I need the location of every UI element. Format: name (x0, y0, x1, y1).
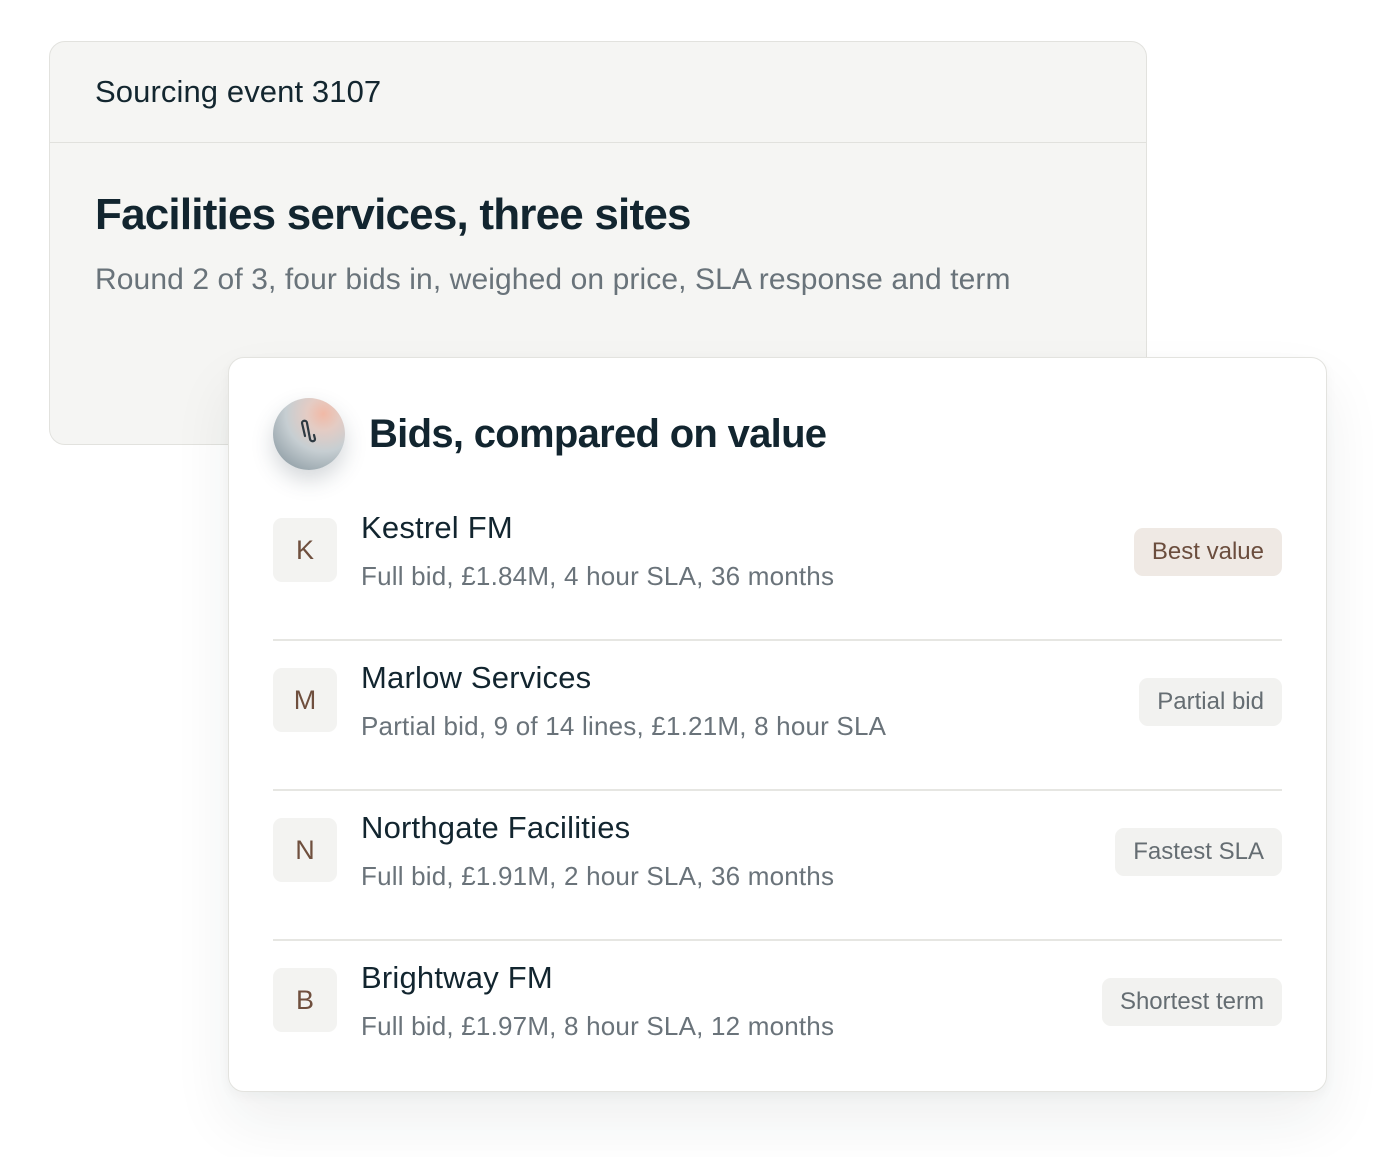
bidder-name: Northgate Facilities (361, 810, 631, 845)
status-badge: Partial bid (1139, 678, 1282, 726)
bid-row-kestrel-fm[interactable]: K Kestrel FM Full bid, £1.84M, 4 hour SL… (273, 491, 1282, 641)
status-badge: Best value (1133, 528, 1282, 576)
event-label: Sourcing event 3107 (95, 74, 382, 109)
event-title: Facilities services, three sites (95, 190, 691, 239)
bid-detail: Full bid, £1.97M, 8 hour SLA, 12 months (361, 1011, 835, 1041)
bid-detail: Full bid, £1.91M, 2 hour SLA, 36 months (361, 861, 835, 891)
assistant-orb (273, 398, 345, 470)
bidder-name: Kestrel FM (361, 510, 513, 545)
bidder-avatar: K (273, 518, 337, 582)
bid-row-brightway-fm[interactable]: B Brightway FM Full bid, £1.97M, 8 hour … (273, 941, 1282, 1091)
bidder-name: Brightway FM (361, 960, 553, 995)
event-header: Sourcing event 3107 (50, 42, 1146, 143)
bid-list: K Kestrel FM Full bid, £1.84M, 4 hour SL… (273, 491, 1282, 1091)
bid-detail: Full bid, £1.84M, 4 hour SLA, 36 months (361, 561, 835, 591)
paperclip-icon (300, 419, 317, 443)
bidder-avatar: M (273, 668, 337, 732)
status-badge: Shortest term (1101, 978, 1282, 1026)
bidder-avatar: B (273, 968, 337, 1032)
event-subtitle: Round 2 of 3, four bids in, weighed on p… (95, 263, 1011, 296)
bids-title: Bids, compared on value (369, 411, 827, 456)
bidder-avatar: N (273, 818, 337, 882)
bid-row-northgate-facilities[interactable]: N Northgate Facilities Full bid, £1.91M,… (273, 791, 1282, 941)
bids-comparison-card: Bids, compared on value K Kestrel FM Ful… (228, 357, 1327, 1092)
bid-detail: Partial bid, 9 of 14 lines, £1.21M, 8 ho… (361, 711, 887, 741)
status-badge: Fastest SLA (1115, 828, 1282, 876)
bid-row-marlow-services[interactable]: M Marlow Services Partial bid, 9 of 14 l… (273, 641, 1282, 791)
bids-header: Bids, compared on value (273, 398, 827, 470)
bidder-name: Marlow Services (361, 660, 592, 695)
